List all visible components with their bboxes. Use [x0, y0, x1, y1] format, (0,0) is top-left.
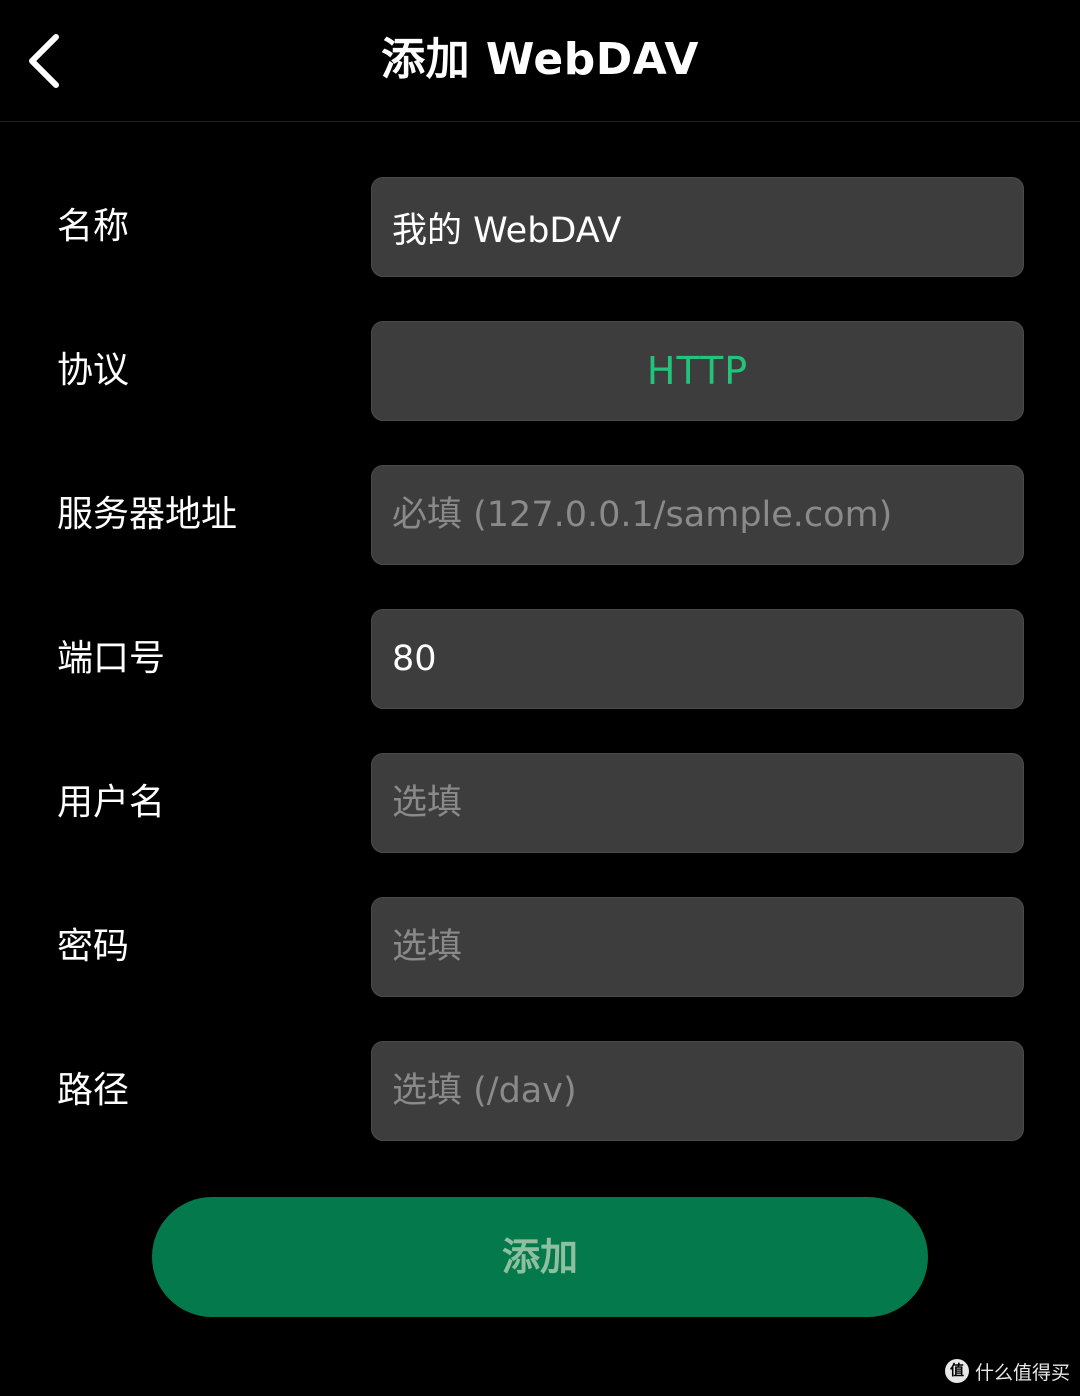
- password-label: 密码: [57, 926, 130, 967]
- path-input[interactable]: [392, 1042, 1002, 1140]
- port-input[interactable]: [392, 610, 1002, 708]
- watermark-text: 什么值得买: [974, 1361, 1070, 1384]
- form-row-port: 端口号: [0, 609, 1080, 709]
- protocol-label: 协议: [57, 350, 130, 391]
- form-row-path: 路径: [0, 1041, 1080, 1141]
- path-label: 路径: [57, 1070, 130, 1111]
- username-label: 用户名: [57, 782, 166, 823]
- form-row-protocol: 协议 HTTP: [0, 321, 1080, 421]
- name-label: 名称: [57, 206, 130, 247]
- password-input[interactable]: [392, 898, 1002, 996]
- username-input[interactable]: [392, 754, 1002, 852]
- watermark: 值 什么值得买: [944, 1356, 1070, 1386]
- password-field[interactable]: [371, 897, 1024, 997]
- nav-header: 添加 WebDAV: [0, 0, 1080, 122]
- name-field[interactable]: [371, 177, 1024, 277]
- form-row-username: 用户名: [0, 753, 1080, 853]
- path-field[interactable]: [371, 1041, 1024, 1141]
- form-row-server: 服务器地址: [0, 465, 1080, 565]
- server-input[interactable]: [392, 466, 1002, 564]
- server-label: 服务器地址: [57, 494, 238, 535]
- form-row-name: 名称: [0, 177, 1080, 277]
- port-field[interactable]: [371, 609, 1024, 709]
- watermark-logo-icon: 值: [944, 1359, 969, 1383]
- server-field[interactable]: [371, 465, 1024, 565]
- protocol-selector[interactable]: HTTP: [371, 321, 1024, 421]
- add-button[interactable]: 添加: [152, 1197, 928, 1317]
- form-row-password: 密码: [0, 897, 1080, 997]
- protocol-value: HTTP: [646, 349, 749, 393]
- port-label: 端口号: [57, 638, 166, 679]
- username-field[interactable]: [371, 753, 1024, 853]
- name-input[interactable]: [392, 178, 1002, 276]
- page-title: 添加 WebDAV: [381, 34, 699, 85]
